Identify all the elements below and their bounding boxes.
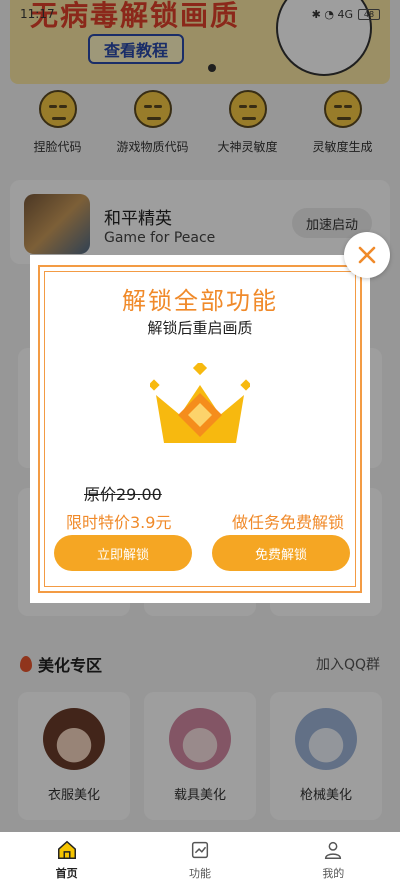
home-icon: [57, 840, 76, 859]
tab-label: 功能: [188, 867, 211, 880]
original-price: 原价29.00: [84, 485, 162, 504]
modal-title: 解锁全部功能: [122, 287, 278, 315]
close-button[interactable]: [344, 232, 390, 278]
status-icons: ✱ ◔ 4G 48: [312, 8, 380, 21]
unlock-modal: 解锁全部功能 解锁后重启画质 原价29.00 限时特价3.9元 做任务免费解锁 …: [30, 255, 370, 603]
status-bar: 11:17 ✱ ◔ 4G 48: [0, 0, 400, 28]
tab-label: 首页: [55, 867, 78, 880]
chart-icon: [191, 841, 209, 859]
tab-features[interactable]: 功能: [150, 839, 250, 881]
tab-label: 我的: [322, 867, 345, 880]
crown-icon: [150, 363, 250, 443]
tab-profile[interactable]: 我的: [283, 839, 383, 881]
promo-price: 限时特价3.9元: [66, 513, 172, 532]
free-unlock-button[interactable]: 免费解锁: [212, 535, 350, 571]
tab-home[interactable]: 首页: [17, 839, 117, 881]
battery-level: 48: [363, 9, 375, 19]
unlock-now-button[interactable]: 立即解锁: [54, 535, 192, 571]
modal-subtitle: 解锁后重启画质: [147, 319, 253, 337]
battery-icon: 48: [358, 8, 380, 20]
task-unlock-text: 做任务免费解锁: [231, 513, 344, 532]
bottom-tab-bar: 首页 功能 我的: [0, 832, 400, 888]
status-time: 11:17: [20, 7, 55, 21]
close-icon: [358, 246, 376, 264]
status-icons-text: ✱ ◔ 4G: [311, 7, 353, 21]
user-icon: [325, 841, 342, 859]
